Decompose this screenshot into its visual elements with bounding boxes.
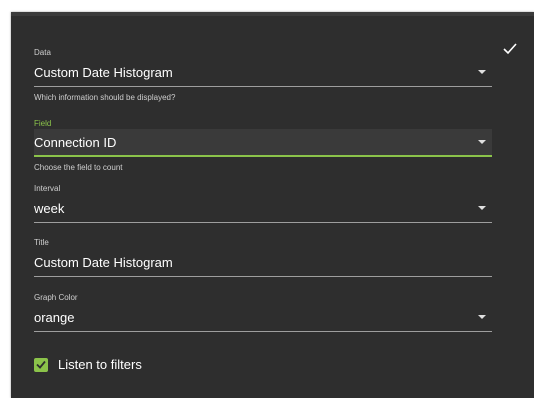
title-input-wrapper — [34, 248, 492, 277]
data-select-group: Data Custom Date Histogram Which informa… — [34, 48, 492, 103]
title-label: Title — [34, 238, 49, 247]
chevron-down-icon — [478, 315, 486, 319]
field-hint: Choose the field to count — [34, 163, 123, 172]
listen-filters-label: Listen to filters — [58, 357, 142, 372]
graph-color-select-group: Graph Color orange — [34, 293, 492, 332]
interval-select[interactable]: week — [34, 194, 492, 223]
title-input[interactable] — [34, 254, 492, 270]
data-hint: Which information should be displayed? — [34, 93, 176, 102]
field-select-group: Field Connection ID Choose the field to … — [34, 119, 492, 173]
graph-color-select[interactable]: orange — [34, 303, 492, 332]
chevron-down-icon — [478, 70, 486, 74]
interval-select-group: Interval week — [34, 184, 492, 223]
chevron-down-icon — [478, 206, 486, 210]
settings-panel: Data Custom Date Histogram Which informa… — [11, 12, 534, 398]
data-select-value: Custom Date Histogram — [34, 64, 173, 80]
listen-filters-toggle[interactable]: Listen to filters — [34, 357, 142, 372]
title-input-group: Title — [34, 238, 492, 277]
interval-label: Interval — [34, 184, 61, 193]
graph-color-select-value: orange — [34, 309, 75, 325]
interval-select-value: week — [34, 200, 65, 216]
field-select[interactable]: Connection ID — [34, 129, 492, 157]
data-label: Data — [34, 48, 51, 57]
chevron-down-icon — [478, 140, 486, 144]
check-icon — [503, 43, 517, 55]
field-label: Field — [34, 119, 52, 128]
checkbox-checked-icon[interactable] — [34, 357, 48, 372]
graph-color-label: Graph Color — [34, 293, 78, 302]
panel-top-bar — [11, 12, 534, 16]
field-select-value: Connection ID — [34, 134, 117, 150]
data-select[interactable]: Custom Date Histogram — [34, 58, 492, 87]
confirm-button[interactable] — [500, 39, 520, 59]
